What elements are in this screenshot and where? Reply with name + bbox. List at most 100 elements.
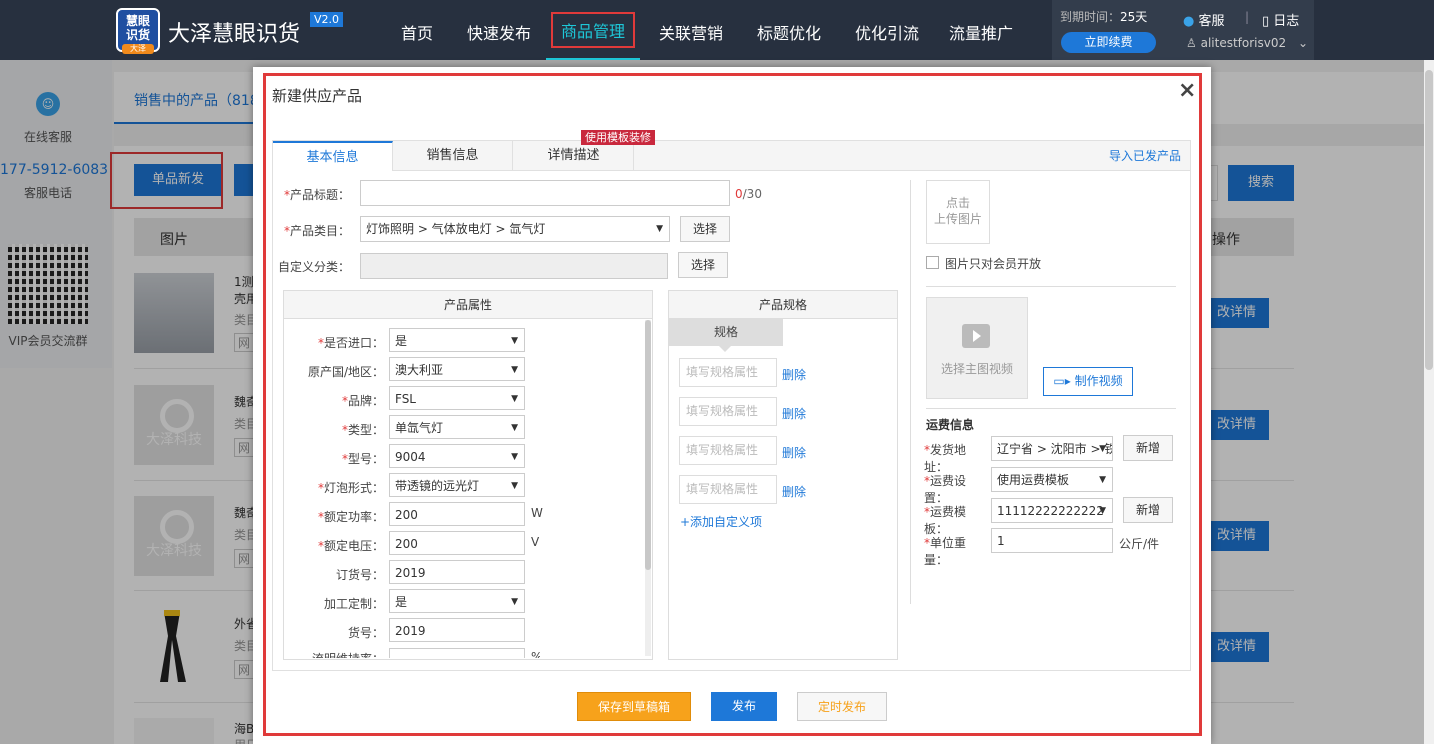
user-icon: ♙ — [1186, 36, 1197, 50]
logo-text-mid: 识货 — [125, 28, 150, 42]
attr-label-item-no: 货号： — [347, 626, 384, 640]
attr-type-select[interactable]: 单氙气灯 — [389, 415, 525, 440]
nav-home[interactable]: 首页 — [401, 20, 433, 44]
choose-video-label: 选择主图视频 — [940, 362, 1013, 376]
attr-rated-voltage-input[interactable]: 200 — [389, 531, 525, 555]
attr-brand-select[interactable]: FSL — [389, 386, 525, 411]
category-label: *产品类目： — [283, 224, 350, 238]
spec-input[interactable]: 填写规格属性 — [679, 397, 777, 426]
attr-label-lumen: 流明维持率： — [290, 650, 384, 658]
attr-item-no-input[interactable]: 2019 — [389, 618, 525, 642]
close-icon[interactable]: × — [1178, 78, 1196, 103]
attr-label-model: *型号： — [341, 452, 384, 466]
spec-tab-arrow — [719, 346, 731, 352]
product-title-input[interactable] — [360, 180, 730, 206]
attr-label-origin: 原产国/地区： — [307, 365, 384, 379]
nav-related-marketing[interactable]: 关联营销 — [659, 20, 723, 44]
spec-delete-link[interactable]: 删除 — [782, 444, 806, 461]
import-published-link[interactable]: 导入已发产品 — [1109, 147, 1181, 164]
page-scrollbar[interactable] — [1424, 60, 1434, 744]
horizontal-divider — [926, 286, 1176, 287]
attr-import-select[interactable]: 是 — [389, 328, 525, 353]
unit-percent: % — [531, 650, 540, 658]
spec-delete-link[interactable]: 删除 — [782, 366, 806, 383]
horizontal-divider — [926, 408, 1176, 409]
attr-customization-select[interactable]: 是 — [389, 589, 525, 614]
spec-header: 产品规格 — [669, 291, 897, 319]
tab-detail-description[interactable]: 详情描述 — [514, 141, 634, 171]
add-address-button[interactable]: 新增 — [1123, 435, 1173, 461]
ship-template-select[interactable]: 11112222222222 — [991, 498, 1113, 523]
nav-quick-publish[interactable]: 快速发布 — [467, 20, 531, 44]
attr-lumen-input[interactable] — [389, 648, 525, 658]
attr-order-no-input[interactable]: 2019 — [389, 560, 525, 584]
attr-origin-select[interactable]: 澳大利亚 — [389, 357, 525, 382]
expire-info: 到期时间：25天 — [1060, 10, 1148, 24]
logo-text-small: 大泽 — [122, 44, 154, 54]
attr-label-rated-power: *额定功率： — [317, 510, 384, 524]
attributes-header: 产品属性 — [284, 291, 652, 319]
attributes-scrollbar[interactable] — [645, 320, 651, 656]
attr-label-customization: 加工定制： — [323, 597, 384, 611]
ship-address-select[interactable]: 辽宁省 > 沈阳市 > 铁 — [991, 436, 1113, 461]
spec-delete-link[interactable]: 删除 — [782, 405, 806, 422]
attr-label-import: *是否进口： — [317, 336, 384, 350]
custom-category-label: 自定义分类： — [277, 260, 350, 274]
unit-weight-label: *单位重量： — [924, 536, 967, 567]
dialog-title: 新建供应产品 — [272, 87, 363, 105]
spec-input[interactable]: 填写规格属性 — [679, 475, 777, 504]
unit-watt: W — [531, 506, 543, 520]
user-menu[interactable]: ♙ alitestforisv02 ⌄ — [1186, 36, 1308, 50]
nav-product-management[interactable]: 商品管理 — [551, 12, 636, 48]
title-label: *产品标题： — [283, 188, 350, 202]
nav-traffic-optimize[interactable]: 优化引流 — [855, 20, 919, 44]
renew-button[interactable]: 立即续费 — [1061, 32, 1156, 53]
publish-button[interactable]: 发布 — [711, 692, 777, 721]
document-icon: ▯ — [1262, 14, 1270, 29]
attr-label-rated-voltage: *额定电压： — [317, 539, 384, 553]
attr-bulb-form-select[interactable]: 带透镜的远光灯 — [389, 473, 525, 498]
play-icon — [962, 324, 990, 348]
category-select[interactable]: 灯饰照明 > 气体放电灯 > 氙气灯 — [360, 216, 670, 242]
vertical-divider — [910, 180, 911, 604]
members-only-checkbox[interactable] — [926, 256, 939, 269]
choose-category-button[interactable]: 选择 — [680, 216, 730, 242]
chevron-down-icon: ⌄ — [1297, 36, 1309, 50]
ship-setting-label: *运费设置： — [924, 474, 967, 505]
app-logo[interactable]: 慧眼 识货 大泽 — [116, 8, 160, 54]
scrollbar-thumb[interactable] — [1425, 70, 1433, 370]
spec-tab[interactable]: 规格 — [669, 319, 783, 346]
attr-rated-power-input[interactable]: 200 — [389, 502, 525, 526]
timed-publish-button[interactable]: 定时发布 — [797, 692, 887, 721]
attr-row-clipped: 流明维持率： % — [290, 648, 540, 658]
attr-label-brand: *品牌： — [341, 394, 384, 408]
unit-volt: V — [531, 535, 540, 549]
brand-name: 大泽慧眼识货 — [168, 22, 301, 47]
template-decorate-badge[interactable]: 使用模板装修 — [581, 130, 655, 145]
spec-input[interactable]: 填写规格属性 — [679, 436, 777, 465]
version-badge: V2.0 — [310, 12, 344, 27]
choose-custom-category-button[interactable]: 选择 — [678, 252, 728, 278]
unit-weight-input[interactable]: 1 — [991, 528, 1113, 553]
add-template-button[interactable]: 新增 — [1123, 497, 1173, 523]
ship-template-label: *运费模板： — [924, 505, 967, 536]
nav-traffic-promotion[interactable]: 流量推广 — [949, 20, 1013, 44]
upload-image-button[interactable]: 点击 上传图片 — [926, 180, 990, 244]
spec-delete-link[interactable]: 删除 — [782, 483, 806, 500]
tab-sales-info[interactable]: 销售信息 — [393, 141, 513, 171]
nav-title-optimize[interactable]: 标题优化 — [757, 20, 821, 44]
choose-main-video[interactable] — [926, 297, 1028, 399]
attr-model-select[interactable]: 9004 — [389, 444, 525, 469]
tab-basic-info[interactable]: 基本信息 — [273, 141, 393, 171]
spec-input[interactable]: 填写规格属性 — [679, 358, 777, 387]
ship-address-label: *发货地址： — [924, 443, 967, 474]
custom-category-input — [360, 253, 668, 279]
title-char-count: 0/30 — [735, 187, 762, 201]
add-custom-spec-link[interactable]: +添加自定义项 — [680, 513, 762, 530]
log-link[interactable]: ▯ 日志 — [1262, 10, 1299, 29]
service-link[interactable]: ● 客服 — [1183, 10, 1225, 29]
make-video-button[interactable]: ▭▸ 制作视频 — [1043, 367, 1133, 396]
scrollbar-thumb[interactable] — [645, 320, 651, 570]
save-draft-button[interactable]: 保存到草稿箱 — [577, 692, 691, 721]
ship-setting-select[interactable]: 使用运费模板 — [991, 467, 1113, 492]
